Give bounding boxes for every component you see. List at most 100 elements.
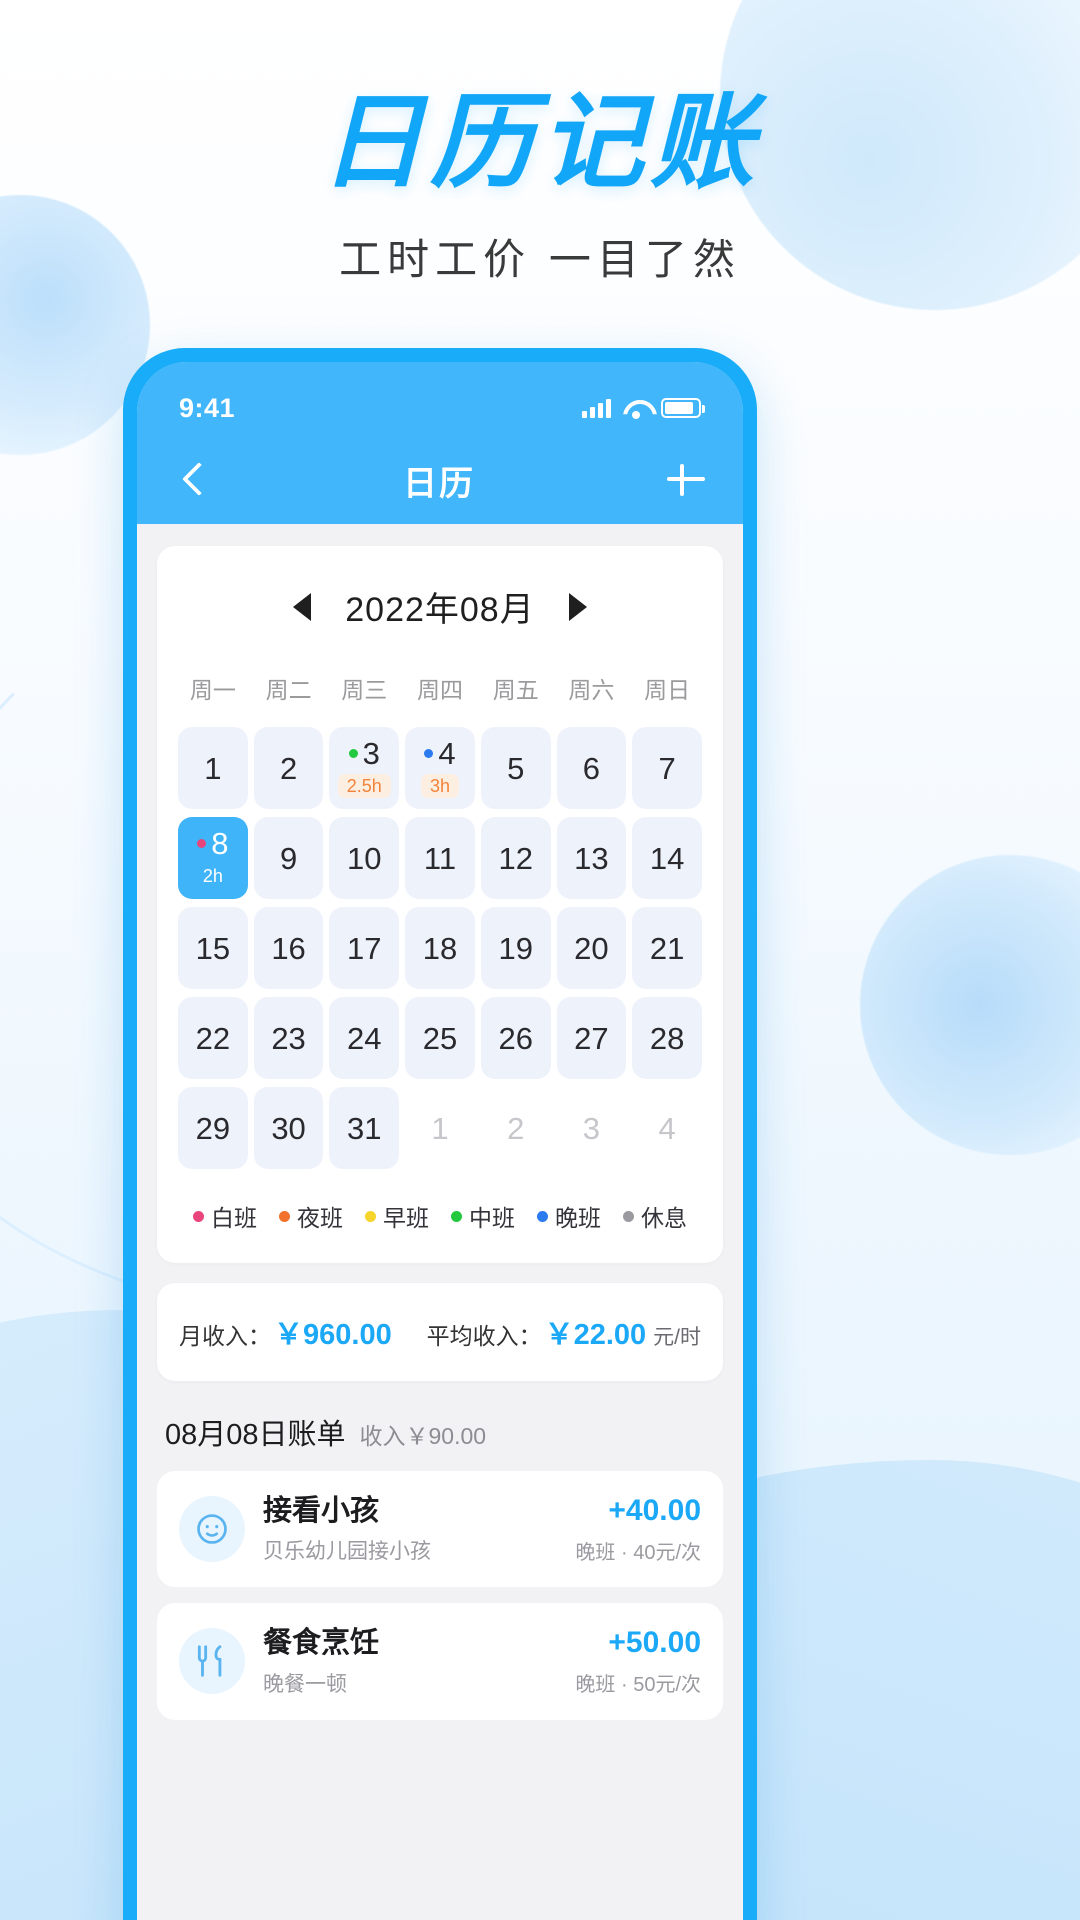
calendar-day-cell[interactable]: 27 <box>556 997 627 1079</box>
legend-item-早班: 早班 <box>365 1199 429 1233</box>
day-number-line: 14 <box>650 843 684 874</box>
calendar-day-cell[interactable]: 10 <box>329 817 400 899</box>
calendar-day-cell[interactable]: 15 <box>178 907 248 989</box>
calendar-day-cell[interactable]: 3 2.5h <box>329 727 400 809</box>
calendar-day-cell[interactable]: 1 <box>178 727 248 809</box>
day-number-line: 13 <box>574 843 608 874</box>
bill-list-item[interactable]: 餐食烹饪 晚餐一顿 +50.00 晚班 · 50元/次 <box>157 1603 723 1720</box>
day-number-line: 9 <box>280 843 297 874</box>
day-number-line: 2 <box>280 753 297 784</box>
day-number-line: 11 <box>424 843 456 874</box>
day-number-line: 5 <box>507 753 524 784</box>
calendar-day-cell[interactable]: 19 <box>480 907 551 989</box>
day-number: 10 <box>347 840 382 876</box>
decor-blob-right <box>860 855 1080 1155</box>
calendar-day-cell[interactable]: 8 2h <box>178 817 248 899</box>
baby-face-icon <box>179 1496 245 1563</box>
day-number: 12 <box>498 840 533 876</box>
calendar-card: 2022年08月 周一 周二 周三 周四 周五 周六 周日 1 2 3 2.5h 4 3h 5 6 7 8 2h… <box>157 546 723 1263</box>
calendar-day-cell[interactable]: 18 <box>405 907 475 989</box>
day-number: 19 <box>498 930 533 966</box>
month-income-label: 月收入： <box>179 1323 271 1349</box>
day-number-line: 2 <box>507 1113 524 1144</box>
calendar-day-cell[interactable]: 2 <box>253 727 324 809</box>
calendar-day-cell[interactable]: 9 <box>253 817 324 899</box>
day-number: 16 <box>271 930 306 966</box>
weekday-label-5: 周六 <box>568 677 615 703</box>
legend-item-休息: 休息 <box>623 1199 687 1233</box>
bill-item-amount: +40.00 <box>608 1493 701 1527</box>
calendar-day-cell[interactable]: 1 <box>405 1087 475 1169</box>
average-income: 平均收入： ￥22.00 元/时 <box>427 1311 701 1353</box>
average-income-value: ￥22.00 <box>544 1319 647 1351</box>
legend-dot-icon <box>279 1210 290 1222</box>
bill-item-amount-block: +50.00 晚班 · 50元/次 <box>575 1626 701 1697</box>
calendar-day-cell[interactable]: 2 <box>481 1087 551 1169</box>
legend-dot-icon <box>537 1210 548 1222</box>
calendar-day-cell[interactable]: 28 <box>632 997 702 1079</box>
triangle-left-icon[interactable] <box>293 592 312 621</box>
bill-item-title: 餐食烹饪 <box>263 1627 380 1660</box>
wifi-icon <box>623 398 649 419</box>
triangle-right-icon[interactable] <box>568 592 587 621</box>
calendar-day-cell[interactable]: 14 <box>632 817 702 899</box>
calendar-day-cell[interactable]: 11 <box>405 817 475 899</box>
calendar-day-cell[interactable]: 13 <box>556 817 627 899</box>
bill-item-amount-block: +40.00 晚班 · 40元/次 <box>575 1494 701 1565</box>
shift-dot-icon <box>424 748 434 758</box>
day-number-line: 28 <box>650 1023 684 1054</box>
day-number: 30 <box>271 1110 306 1146</box>
calendar-day-cell[interactable]: 26 <box>480 997 551 1079</box>
day-number-line: 6 <box>583 753 600 784</box>
status-bar-icons <box>582 398 705 419</box>
promo-subtitle: 工时工价 一目了然 <box>339 236 741 284</box>
chevron-left-icon[interactable] <box>171 458 215 502</box>
weekday-label-4: 周五 <box>492 677 539 703</box>
day-number-line: 29 <box>196 1113 230 1144</box>
calendar-day-cell[interactable]: 24 <box>329 997 400 1079</box>
bill-list-item[interactable]: 接看小孩 贝乐幼儿园接小孩 +40.00 晚班 · 40元/次 <box>157 1471 723 1588</box>
day-number-line: 4 <box>424 738 456 769</box>
calendar-day-cell[interactable]: 31 <box>329 1087 400 1169</box>
plus-icon[interactable] <box>663 457 709 503</box>
day-number: 2 <box>279 750 298 786</box>
day-number: 4 <box>658 1110 676 1146</box>
signal-icon <box>582 398 611 418</box>
calendar-day-cell[interactable]: 20 <box>556 907 627 989</box>
day-number: 25 <box>422 1020 458 1056</box>
bill-item-subtitle: 贝乐幼儿园接小孩 <box>263 1540 431 1564</box>
calendar-day-cell[interactable]: 25 <box>405 997 475 1079</box>
calendar-day-cell[interactable]: 16 <box>253 907 324 989</box>
legend-dot-icon <box>365 1210 376 1222</box>
day-number: 9 <box>279 840 298 876</box>
calendar-day-cell[interactable]: 21 <box>632 907 702 989</box>
day-number-line: 3 <box>583 1113 600 1144</box>
bill-date-label: 08月08日账单 <box>165 1419 346 1451</box>
weekday-label-0: 周一 <box>189 677 236 703</box>
day-number-line: 24 <box>347 1023 381 1054</box>
day-number: 6 <box>582 750 601 786</box>
day-number-line: 18 <box>423 933 457 964</box>
day-number-line: 15 <box>196 933 230 964</box>
screen-content: 2022年08月 周一 周二 周三 周四 周五 周六 周日 1 2 3 2.5h 4 3h 5 6 7 8 2h… <box>137 524 743 1720</box>
calendar-day-cell[interactable]: 22 <box>178 997 248 1079</box>
legend-item-晚班: 晚班 <box>537 1199 601 1233</box>
shift-dot-icon <box>348 748 358 758</box>
calendar-day-cell[interactable]: 7 <box>632 727 702 809</box>
calendar-day-cell[interactable]: 29 <box>178 1087 248 1169</box>
month-income: 月收入： ￥960.00 <box>179 1311 395 1353</box>
day-number-line: 7 <box>659 753 676 784</box>
day-number-line: 22 <box>196 1023 230 1054</box>
calendar-day-cell[interactable]: 5 <box>480 727 551 809</box>
calendar-day-cell[interactable]: 3 <box>557 1087 627 1169</box>
day-number: 8 <box>211 825 229 861</box>
calendar-day-cell[interactable]: 23 <box>253 997 324 1079</box>
calendar-day-cell[interactable]: 30 <box>253 1087 324 1169</box>
day-number-line: 10 <box>347 843 381 874</box>
calendar-day-cell[interactable]: 6 <box>556 727 627 809</box>
calendar-day-cell[interactable]: 17 <box>329 907 400 989</box>
bill-list: 接看小孩 贝乐幼儿园接小孩 +40.00 晚班 · 40元/次 餐食烹饪 晚餐一顿 +50.… <box>157 1471 723 1720</box>
calendar-day-cell[interactable]: 4 3h <box>405 727 475 809</box>
calendar-day-cell[interactable]: 4 <box>632 1087 702 1169</box>
calendar-day-cell[interactable]: 12 <box>480 817 551 899</box>
